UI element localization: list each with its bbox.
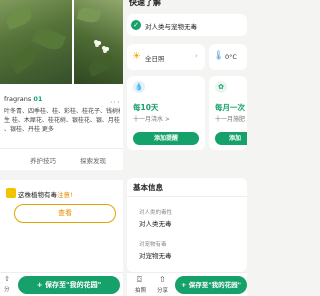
section-divider (0, 170, 123, 180)
leaf-shape (76, 5, 102, 25)
camera-label: 拍照 (135, 288, 147, 294)
fertilizing-card: ✿ 每月一次 十一月施肥 添加 (209, 76, 247, 150)
species-tag: 01 (33, 95, 43, 103)
safety-badge: ✓ 对人类与宠物无毒 (127, 14, 247, 36)
plant-photo-secondary[interactable] (74, 0, 123, 84)
tab-explore[interactable]: 探索发现 (80, 155, 106, 165)
right-screen: 快速了解 ✓ 对人类与宠物无毒 ☀ 全日照 › 🌡 0°C 💧 每10天 十一月… (127, 0, 247, 296)
alias-line: 生 桂、木犀花、桂花树、银桂花、银、月桂、九里香 (4, 117, 120, 124)
plus-icon: + (181, 281, 189, 289)
bottom-bar: ⌼ 拍照 ⇧ 分享 + 保存至"我的花园" (127, 272, 247, 296)
fertilizer-icon: ✿ (215, 81, 227, 93)
species-name: fragrans 01 (4, 95, 43, 103)
alias-list: 叶冬青、四季桂、桂、彩桂、桂花子、钱树树、汉 生 桂、木犀花、桂花树、银桂花、银… (4, 107, 120, 134)
info-label: 对宠物有毒 (139, 242, 167, 248)
section-divider (127, 152, 247, 172)
water-drop-icon: 💧 (133, 81, 145, 93)
camera-icon[interactable]: ⌼ (137, 275, 142, 285)
toxic-message: 这株植物有毒注意! (18, 191, 73, 199)
leaf-shape (4, 6, 34, 30)
sunlight-label: 全日照 (145, 55, 165, 63)
leaf-shape (86, 53, 116, 77)
fertilizing-frequency: 每月一次 (215, 103, 245, 112)
warning-icon (6, 188, 16, 198)
thermometer-icon: 🌡 (213, 51, 225, 61)
leaf-shape (7, 45, 41, 75)
sunlight-card[interactable]: ☀ 全日照 › (127, 44, 205, 70)
share-icon[interactable]: ⇧ (4, 275, 10, 283)
fertilizing-subtitle[interactable]: 十一月施肥 (215, 114, 245, 123)
leaf-shape (31, 24, 67, 54)
temperature-label: 0°C (225, 53, 237, 61)
sun-icon: ☀ (132, 51, 141, 62)
flower-cluster (102, 46, 106, 50)
divider (127, 196, 247, 197)
temperature-card[interactable]: 🌡 0°C (209, 44, 247, 70)
basic-info-title: 基本信息 (133, 183, 163, 192)
info-label: 对人类的毒性 (139, 210, 173, 216)
tab-bar: 养护技巧 探索发现 (0, 148, 123, 171)
check-icon: ✓ (131, 20, 141, 30)
share-label: 分享 (157, 288, 169, 294)
basic-info-card: 基本信息 对人类的毒性 对人类无毒 对宠物有毒 对宠物无毒 (127, 178, 247, 272)
view-button[interactable]: 查看 (14, 204, 116, 223)
watering-card: 💧 每10天 十一月浇水 > 添加提醒 (127, 76, 205, 150)
save-to-garden-button[interactable]: + 保存至"我的花园" (175, 276, 247, 294)
plant-photo-main[interactable] (0, 0, 72, 84)
add-fertilizing-reminder-button[interactable]: 添加 (215, 132, 247, 145)
toxicity-card: 这株植物有毒注意! 查看 (4, 184, 120, 228)
share-icon[interactable]: ⇧ (159, 275, 166, 284)
watering-subtitle[interactable]: 十一月浇水 > (133, 114, 170, 123)
toxic-link[interactable]: 注意! (57, 191, 73, 199)
bottom-action-label: 分 (4, 287, 10, 293)
watering-frequency: 每10天 (133, 103, 159, 112)
left-screen: fragrans 01 ··· 叶冬青、四季桂、桂、彩桂、桂花子、钱树树、汉 生… (0, 0, 123, 296)
quick-facts-title: 快速了解 (129, 0, 161, 7)
tab-care-tips[interactable]: 养护技巧 (30, 155, 56, 165)
info-value: 对人类无毒 (139, 220, 172, 228)
alias-line: 、银桂、丹桂 更多 (4, 126, 54, 133)
alias-line: 叶冬青、四季桂、桂、彩桂、桂花子、钱树树、汉 (4, 108, 120, 115)
save-to-garden-button[interactable]: + 保存至"我的花园" (18, 276, 120, 294)
bottom-bar: ⇧ 分 + 保存至"我的花园" (0, 272, 123, 296)
add-watering-reminder-button[interactable]: 添加提醒 (133, 132, 199, 145)
flower-cluster (94, 40, 98, 44)
info-value: 对宠物无毒 (139, 252, 172, 260)
safety-text: 对人类与宠物无毒 (145, 23, 197, 31)
chevron-right-icon: › (195, 52, 198, 60)
plus-icon: + (36, 281, 45, 289)
